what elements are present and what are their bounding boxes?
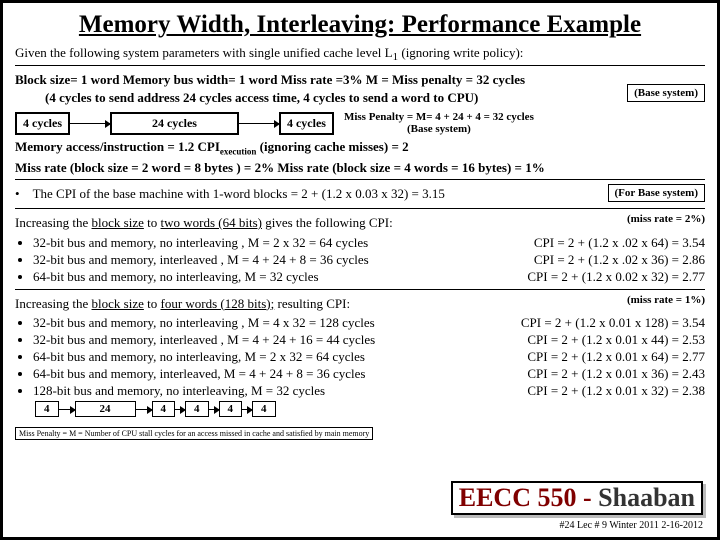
slide-title: Memory Width, Interleaving: Performance … [15,11,705,39]
lecture-stamp: #24 Lec # 9 Winter 2011 2-16-2012 [560,520,703,531]
list-item: 64-bit bus and memory, interleaved, M = … [33,366,705,382]
list-item: 64-bit bus and memory, no interleaving, … [33,349,705,365]
course-badge: EECC 550 - Shaaban [451,481,703,515]
base-system-note: (Base system) [344,123,534,135]
list-64bit: 32-bit bus and memory, no interleaving ,… [15,235,705,285]
pipeline-row-small: 4 24 4 4 4 4 [35,401,705,417]
list-item: 32-bit bus and memory, interleaved , M =… [33,332,705,348]
cpi-base-line: • The CPI of the base machine with 1-wor… [15,186,445,202]
miss-rate-1: (miss rate = 1%) [627,294,705,306]
list-item: 128-bit bus and memory, no interleaving,… [33,383,705,399]
miss-rate-line: Miss rate (block size = 2 word = 8 bytes… [15,160,705,176]
params-line1: Block size= 1 word Memory bus width= 1 w… [15,72,525,88]
increase-64-line: Increasing the block size to two words (… [15,215,393,231]
cycle-box-24: 24 cycles [110,112,239,135]
base-system-badge: (Base system) [627,84,705,102]
increase-128-line: Increasing the block size to four words … [15,296,350,312]
cycle-box-4a: 4 cycles [15,112,70,135]
list-item: 32-bit bus and memory, no interleaving ,… [33,315,705,331]
for-base-badge: (For Base system) [608,184,706,202]
list-item: 32-bit bus and memory, no interleaving ,… [33,235,705,251]
miss-penalty-eq: Miss Penalty = M= 4 + 24 + 4 = 32 cycles [344,111,534,123]
list-128bit: 32-bit bus and memory, no interleaving ,… [15,315,705,399]
miss-rate-2: (miss rate = 2%) [627,213,705,225]
pipeline-row: 4 cycles 24 cycles 4 cycles Miss Penalty… [15,111,705,135]
list-item: 32-bit bus and memory, interleaved , M =… [33,252,705,268]
given-text: Given the following system parameters wi… [15,45,705,61]
cycle-box-4b: 4 cycles [279,112,334,135]
list-item: 64-bit bus and memory, no interleaving, … [33,269,705,285]
params-line2: (4 cycles to send address 24 cycles acce… [15,90,525,106]
footnote: Miss Penalty = M = Number of CPU stall c… [15,427,373,440]
mem-access-line: Memory access/instruction = 1.2 CPIexecu… [15,139,705,157]
